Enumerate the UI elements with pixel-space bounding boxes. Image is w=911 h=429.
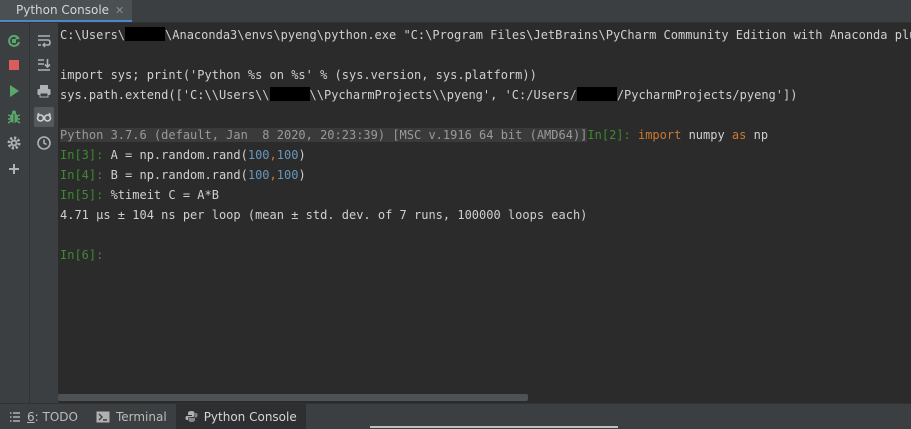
stop-icon	[9, 60, 19, 70]
tab-python-console-bottom[interactable]: Python Console	[175, 404, 306, 429]
redacted-mask	[576, 87, 617, 101]
input-prompt: In[4]:	[60, 168, 111, 182]
terminal-icon	[96, 411, 110, 422]
input-prompt: In[3]:	[60, 148, 111, 162]
run-icon	[10, 85, 19, 97]
soft-wrap-button[interactable]	[34, 31, 54, 51]
add-button[interactable]	[4, 159, 24, 179]
horizontal-scrollbar[interactable]	[58, 394, 528, 401]
soft-wrap-icon	[38, 35, 51, 48]
python-console-icon	[185, 411, 198, 422]
tool-window-header: Python Console ✕	[0, 0, 911, 23]
console-line: In[4]: B = np.random.rand(100,100)	[60, 168, 306, 182]
scroll-to-end-button[interactable]	[34, 55, 54, 75]
console-output[interactable]: C:\Users\ \Anaconda3\envs\pyeng\python.ex…	[58, 23, 911, 393]
input-prompt: In[5]:	[60, 188, 111, 202]
rerun-button[interactable]	[4, 31, 24, 51]
rerun-icon	[8, 34, 20, 47]
console-line: import sys; print('Python %s on %s' % (s…	[60, 68, 537, 82]
redacted-mask	[269, 87, 310, 101]
redacted-mask	[125, 27, 166, 41]
input-prompt: In[6]:	[60, 248, 111, 262]
stop-button[interactable]	[4, 55, 24, 75]
tab-todo[interactable]: 6: TODO	[0, 404, 87, 429]
console-actions-toolbar	[0, 23, 30, 403]
history-button[interactable]	[34, 133, 54, 153]
settings-icon	[7, 136, 21, 150]
console-line: sys.path.extend(['C:\\Users\\ \\PycharmPr…	[60, 87, 798, 102]
console-line: In[3]: A = np.random.rand(100,100)	[60, 148, 306, 162]
show-variables-button[interactable]	[34, 107, 54, 127]
add-icon	[9, 164, 19, 174]
tab-python-console[interactable]: Python Console ✕	[0, 0, 133, 22]
console-output-line: 4.71 µs ± 104 ns per loop (mean ± std. d…	[60, 208, 588, 222]
history-icon	[37, 136, 51, 150]
debug-icon	[7, 110, 21, 124]
debug-button[interactable]	[4, 107, 24, 127]
print-icon	[37, 85, 51, 98]
console-line: In[5]: %timeit C = A*B	[60, 188, 219, 202]
input-prompt: In[2]:	[587, 128, 638, 142]
console-view-toolbar	[30, 23, 59, 403]
tab-terminal[interactable]: Terminal	[87, 404, 176, 429]
scroll-to-end-icon	[38, 59, 51, 71]
settings-button[interactable]	[4, 133, 24, 153]
console-input-line[interactable]: In[6]:	[60, 247, 111, 263]
console-line: C:\Users\ \Anaconda3\envs\pyeng\python.ex…	[60, 27, 911, 42]
print-button[interactable]	[34, 81, 54, 101]
run-button[interactable]	[4, 81, 24, 101]
console-line: Python 3.7.6 (default, Jan 8 2020, 20:23…	[60, 128, 769, 142]
todo-icon	[10, 411, 20, 422]
tab-title: Python Console	[16, 3, 110, 17]
python-banner: Python 3.7.6 (default, Jan 8 2020, 20:23…	[60, 128, 588, 142]
close-icon[interactable]: ✕	[115, 4, 124, 17]
show-variables-icon	[36, 112, 52, 122]
